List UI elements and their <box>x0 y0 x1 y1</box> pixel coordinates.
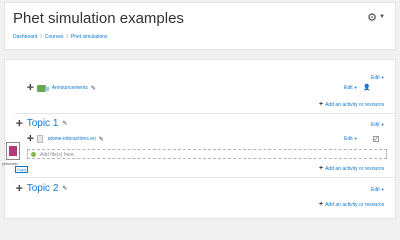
breadcrumb-phet-simulations[interactable]: Phet simulations <box>71 34 108 40</box>
chevron-down-icon: ▼ <box>380 122 385 127</box>
add-activity-button[interactable]: + Add an activity or resource <box>319 201 384 208</box>
pencil-icon[interactable]: ✎ <box>99 136 104 143</box>
add-activity-button[interactable]: + Add an activity or resource <box>319 101 384 108</box>
announcements-link[interactable]: Announcements <box>52 85 88 91</box>
section-topic-1: ✛ Topic 1 ✎ <box>16 118 67 129</box>
breadcrumb-dashboard[interactable]: Dashboard <box>13 34 37 40</box>
move-icon[interactable]: ✛ <box>27 84 34 92</box>
activity-atome-interactions: ✛ atome-interactions.en ✎ <box>27 135 104 143</box>
plus-icon: + <box>319 165 324 172</box>
forum-icon <box>36 84 49 92</box>
completion-checkbox-icon[interactable]: ✓ <box>373 136 379 143</box>
dragged-file-icon <box>6 142 20 160</box>
pencil-icon[interactable]: ✎ <box>62 185 67 192</box>
user-icon[interactable]: 👤 <box>363 84 370 91</box>
chevron-down-icon: ▼ <box>353 136 358 141</box>
edit-label: Edit <box>371 122 380 128</box>
plus-icon: + <box>319 201 324 208</box>
add-activity-button[interactable]: + Add an activity or resource <box>319 165 384 172</box>
breadcrumb: Dashboard / Courses / Phet simulations <box>13 34 108 40</box>
page-title: Phet simulation examples <box>13 10 184 27</box>
activity-edit-menu[interactable]: Edit▼ <box>344 85 358 91</box>
chevron-down-icon: ▼ <box>380 75 385 80</box>
topic-1-title[interactable]: Topic 1 <box>27 118 59 129</box>
activity-edit-menu[interactable]: Edit▼ <box>344 136 358 142</box>
edit-label: Edit <box>371 75 380 81</box>
pencil-icon[interactable]: ✎ <box>91 85 96 92</box>
atome-interactions-link[interactable]: atome-interactions.en <box>48 136 96 142</box>
dropzone-label: Add file(s) here <box>40 151 74 158</box>
section-edit-menu[interactable]: Edit▼ <box>371 75 385 81</box>
chevron-down-icon: ▼ <box>380 187 385 192</box>
add-activity-label: Add an activity or resource <box>325 101 385 108</box>
edit-label: Edit <box>371 187 380 193</box>
chevron-down-icon[interactable]: ▼ <box>379 14 385 20</box>
activity-announcements: ✛ Announcements ✎ <box>27 84 96 92</box>
topic-2-edit-menu[interactable]: Edit▼ <box>371 187 385 193</box>
upload-icon <box>31 152 36 157</box>
plus-icon: + <box>319 101 324 108</box>
page-header: Phet simulation examples ⚙ ▼ Dashboard /… <box>4 2 396 50</box>
move-icon[interactable]: ✛ <box>27 135 34 143</box>
add-activity-label: Add an activity or resource <box>325 165 385 172</box>
move-icon[interactable]: ✛ <box>16 184 23 193</box>
section-topic-2: ✛ Topic 2 ✎ <box>16 183 67 194</box>
copy-badge: Copy <box>15 166 29 173</box>
edit-label: Edit <box>344 85 353 91</box>
topic-1-edit-menu[interactable]: Edit▼ <box>371 122 385 128</box>
edit-label: Edit <box>344 136 353 142</box>
chevron-down-icon: ▼ <box>353 85 358 90</box>
divider <box>15 177 395 178</box>
breadcrumb-separator: / <box>40 34 42 40</box>
file-dropzone[interactable]: Add file(s) here <box>27 149 387 159</box>
pencil-icon[interactable]: ✎ <box>62 120 67 127</box>
file-thumbnail <box>9 146 17 156</box>
topic-2-title[interactable]: Topic 2 <box>27 183 59 194</box>
add-activity-label: Add an activity or resource <box>325 201 385 208</box>
gear-icon[interactable]: ⚙ <box>367 11 377 24</box>
course-content: Edit▼ ✛ Announcements ✎ Edit▼ 👤 + Add an… <box>4 59 396 219</box>
file-icon <box>36 135 43 143</box>
divider <box>15 113 395 114</box>
breadcrumb-courses[interactable]: Courses <box>45 34 64 40</box>
move-icon[interactable]: ✛ <box>16 119 23 128</box>
breadcrumb-separator: / <box>66 34 68 40</box>
